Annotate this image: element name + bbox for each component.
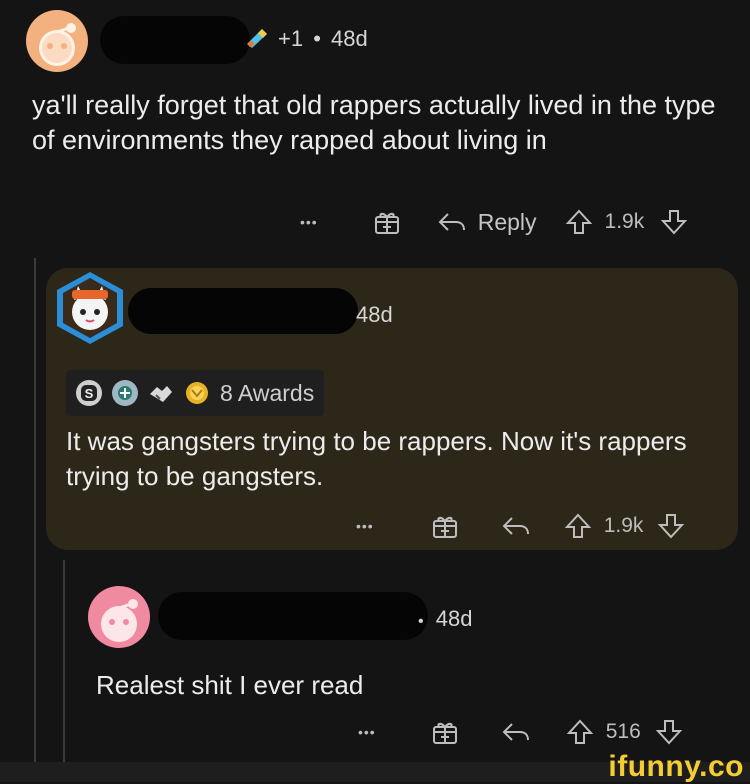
redacted-username [100,16,250,64]
vote-score: 1.9k [603,514,644,537]
downvote-icon[interactable] [655,718,683,746]
thread-line[interactable] [63,560,65,782]
comment-age: 48d [435,606,473,631]
award-gift-icon[interactable] [372,207,402,237]
redacted-username [158,592,428,640]
helpful-award-icon [112,380,138,406]
more-options-button[interactable]: ••• [300,214,318,230]
avatar[interactable] [88,586,150,648]
comment-age: 48d [331,26,368,51]
comment-text: Realest shit I ever read [96,670,364,700]
comment-actions: ••• 1.9k [356,508,726,544]
awards-bar[interactable]: S 8 Awards [66,370,325,416]
reply-button[interactable] [500,514,532,538]
upvote-icon[interactable] [564,512,592,540]
avatar[interactable] [54,270,126,346]
upvote-icon[interactable] [566,718,594,746]
reply-button[interactable] [500,720,532,744]
comment-actions: ••• 516 [358,714,728,750]
comment-meta: • 48d [418,606,472,632]
handshake-award-icon [148,380,174,406]
reply-button[interactable]: Reply [436,209,537,236]
vote-score: 516 [605,720,641,743]
ifunny-watermark: ifunny.co [608,750,744,783]
comment-age: 48d [356,302,393,327]
thread-line[interactable] [34,258,36,782]
more-options-button[interactable]: ••• [358,724,376,740]
svg-text:S: S [85,386,94,401]
downvote-icon[interactable] [657,512,685,540]
award-gift-icon[interactable] [430,717,460,747]
award-gift-icon[interactable] [430,511,460,541]
reply-label: Reply [477,208,537,235]
more-options-button[interactable]: ••• [356,518,374,534]
gold-award-icon [184,380,210,406]
reply-icon [502,723,529,741]
upvote-icon[interactable] [565,208,593,236]
comment-score: +1 [278,26,304,51]
comment-actions: ••• Reply 1.9k [300,204,720,240]
comment-text: ya'll really forget that old rappers act… [32,90,716,155]
silver-award-icon: S [76,380,102,406]
redacted-username [128,288,358,334]
meta-separator: • [418,613,424,630]
reply-icon [438,213,465,231]
awards-count-label: 8 Awards [220,379,315,406]
comment-text: It was gangsters trying to be rappers. N… [66,426,687,491]
meta-separator: • [313,26,321,51]
comment-meta: +1 • 48d [278,26,368,52]
avatar[interactable] [26,10,88,72]
downvote-icon[interactable] [660,208,688,236]
flair-icon [244,24,270,50]
reply-icon [502,517,529,535]
vote-score: 1.9k [604,210,645,233]
